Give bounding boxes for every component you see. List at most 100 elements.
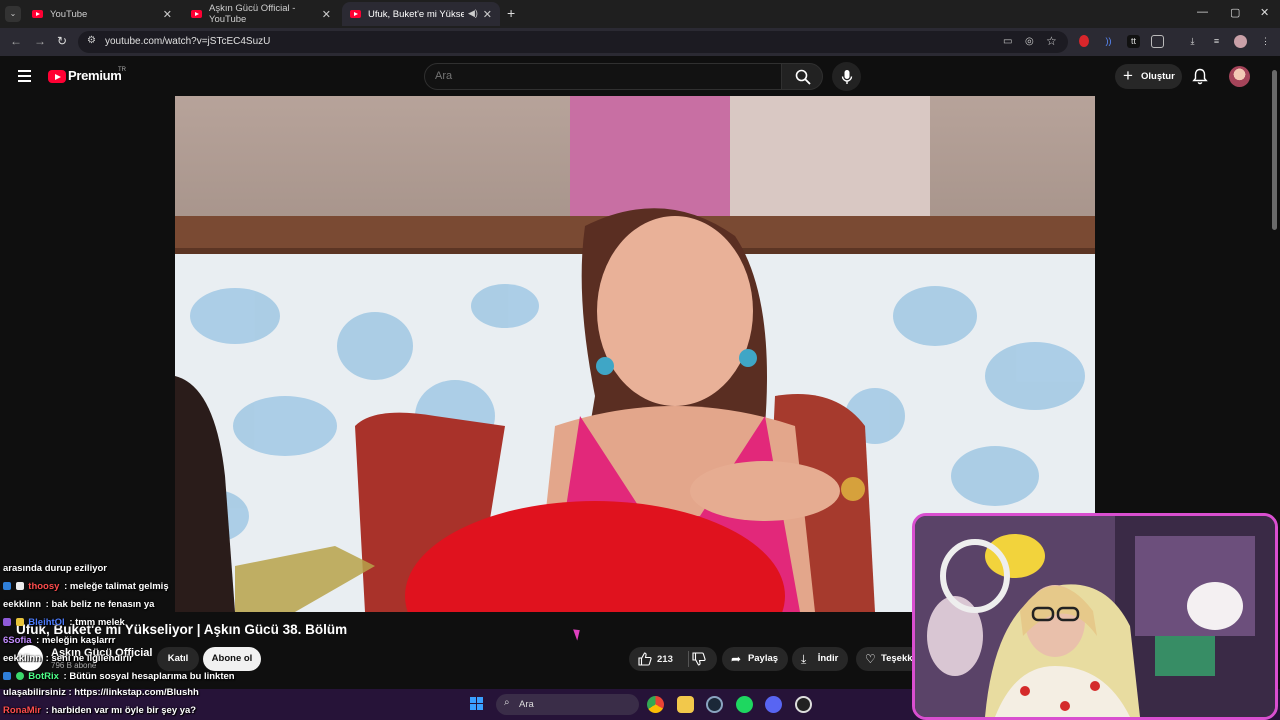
new-tab-button[interactable]: + [507,5,515,21]
youtube-masthead: Premium TR + Oluştur [0,56,1280,96]
share-icon: ➦ [731,652,742,666]
download-button[interactable]: ⤓ İndir [792,647,848,671]
site-info-icon[interactable]: ⚙ [87,35,96,46]
bookmark-star-icon[interactable]: ☆ [1046,34,1057,48]
browser-tab-strip: ⌄ YouTube ✕ Aşkın Gücü Official - YouTub… [0,0,1280,28]
spotify-icon[interactable] [736,696,753,713]
chat-text: : tmm melek [69,617,125,628]
youtube-logo-icon[interactable] [48,70,66,83]
brand-premium[interactable]: Premium [68,68,122,83]
chat-message: eekklinn : bak beliz ne fenasın ya [3,599,154,610]
close-window-icon[interactable]: ✕ [1260,6,1269,19]
join-button[interactable]: Katıl [157,647,199,671]
chat-text: : seni ne ilgilendirir [45,653,133,664]
chat-username: BleihtOl [28,617,65,628]
close-icon[interactable]: ✕ [483,8,492,21]
address-bar[interactable]: ⚙ youtube.com/watch?v=jSTcEC4SuzU ▭ ◎ ☆ [78,31,1068,53]
eye-off-icon[interactable]: ◎ [1025,36,1034,47]
chat-message: BleihtOl : tmm melek [3,617,125,628]
back-icon[interactable]: ← [10,34,22,48]
chat-username: RonaMir [3,705,41,716]
speaker-icon[interactable]: ◀) [468,8,478,19]
badge-icon [3,618,11,626]
cursor-icon [573,627,583,641]
thumbs-down-icon[interactable] [692,652,706,666]
search-box [424,63,782,90]
webcam-overlay [912,513,1278,720]
url-text: youtube.com/watch?v=jSTcEC4SuzU [105,36,271,47]
browser-tab-channel[interactable]: Aşkın Gücü Official - YouTube ✕ [183,2,339,26]
search-icon [795,69,811,85]
chat-username: thoosy [28,581,60,592]
create-label: Oluştur [1141,71,1175,82]
chat-message: arasında durup eziliyor [3,563,107,574]
minimize-icon[interactable]: — [1197,6,1208,18]
browser-menu-icon[interactable]: ⋮ [1259,35,1272,48]
badge-icon [15,582,24,590]
taskbar-search-label: Ara [519,699,534,710]
maximize-icon[interactable]: ▢ [1230,6,1240,19]
youtube-favicon-icon [191,10,202,18]
like-divider [688,651,689,667]
close-icon[interactable]: ✕ [322,8,331,21]
taskbar-search[interactable]: ⌕ Ara [496,694,639,715]
share-button[interactable]: ➦ Paylaş [722,647,788,671]
chat-text: : meleğe talimat gelmiş [64,581,169,592]
chat-message: 6Sofia : meleğin kaşlarrr [3,635,115,646]
create-button[interactable]: + Oluştur [1115,64,1182,89]
chat-text: : Bütün sosyal hesaplarıma bu linkten [63,671,235,682]
mic-icon [841,69,852,84]
download-label: İndir [817,653,839,664]
subscribe-button[interactable]: Abone ol [203,647,261,671]
region-code: TR [118,67,126,73]
windows-start-icon[interactable] [470,697,484,711]
voice-search-button[interactable] [832,62,861,91]
chrome-icon[interactable] [647,696,664,713]
extension-audio-icon[interactable]: )) [1102,35,1115,48]
page-scrollbar[interactable] [1272,70,1277,230]
badge-icon [3,582,11,590]
chat-text: : bak beliz ne fenasın ya [45,599,155,610]
chat-text: ulaşabilirsiniz : https://linkstap.com/B… [3,687,199,698]
chat-message: RonaMir : harbiden var mı öyle bir şey y… [3,705,196,716]
chat-message: BotRix : Bütün sosyal hesaplarıma bu lin… [3,671,235,682]
extension-red-icon[interactable] [1079,35,1089,47]
search-icon: ⌕ [504,697,510,708]
like-dislike-group: 213 [629,647,717,671]
forward-icon[interactable]: → [34,34,46,48]
chat-username: eekklinn [3,653,42,664]
file-explorer-icon[interactable] [677,696,694,713]
search-input[interactable] [435,70,755,82]
discord-icon[interactable] [765,696,782,713]
browser-toolbar: ← → ↻ ⚙ youtube.com/watch?v=jSTcEC4SuzU … [0,28,1280,56]
reading-list-icon[interactable]: ≡ [1210,35,1223,48]
chat-username: BotRix [28,671,59,682]
extensions-puzzle-icon[interactable] [1151,35,1164,48]
download-tray-icon[interactable]: ⤓ [1186,35,1199,48]
reload-icon[interactable]: ↻ [57,34,67,48]
chat-text: arasında durup eziliyor [3,563,107,574]
badge-icon [15,618,24,626]
extension-tt-icon[interactable]: tt [1127,35,1140,48]
menu-icon[interactable] [14,68,34,84]
badge-icon [3,672,11,680]
chat-username: 6Sofia [3,635,32,646]
chat-message: eekklinn : seni ne ilgilendirir [3,653,133,664]
thumbs-up-icon[interactable] [638,652,652,666]
cast-icon[interactable]: ▭ [1003,36,1012,47]
download-icon: ⤓ [801,652,807,666]
bell-icon[interactable] [1192,68,1208,85]
tab-list-dropdown[interactable]: ⌄ [5,6,21,22]
obs-icon[interactable] [795,696,812,713]
close-icon[interactable]: ✕ [163,8,172,21]
steam-icon[interactable] [706,696,723,713]
tab-title: Aşkın Gücü Official - YouTube [209,3,296,25]
webcam-feed-image [915,516,1275,717]
browser-tab-youtube[interactable]: YouTube ✕ [24,2,180,26]
heart-dollar-icon: ♡ [865,652,876,666]
browser-tab-video[interactable]: Ufuk, Buket'e mi Yükseliyor ◀) ✕ [342,2,500,26]
account-avatar[interactable] [1229,66,1250,87]
profile-avatar-icon[interactable] [1234,35,1247,48]
badge-icon [15,672,24,680]
search-button[interactable] [781,63,823,90]
